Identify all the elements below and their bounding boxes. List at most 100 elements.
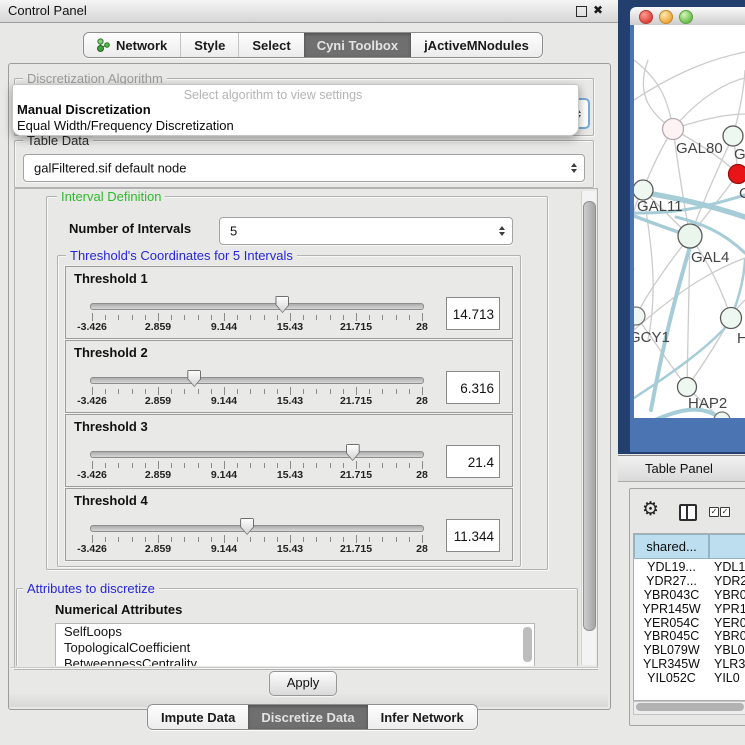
tab-network[interactable]: Network: [84, 33, 180, 57]
mac-close-button[interactable]: [639, 10, 653, 24]
gear-icon[interactable]: ⚙: [642, 498, 659, 520]
close-icon[interactable]: ✖: [593, 3, 603, 17]
slider-handle[interactable]: [240, 518, 254, 535]
slider-tick-label: 9.144: [199, 395, 249, 407]
table-cell-name[interactable]: YBL0: [709, 643, 745, 657]
table-row[interactable]: YPR145WYPR1: [634, 602, 745, 616]
table-row[interactable]: YBR045CYBR0: [634, 629, 745, 643]
apply-button[interactable]: Apply: [269, 671, 337, 696]
slider-tick-label: -3.426: [67, 321, 117, 333]
checkbox-icon[interactable]: ✓: [709, 507, 719, 517]
slider-tick: [105, 463, 106, 468]
tab-style[interactable]: Style: [180, 33, 238, 57]
table-cell-name[interactable]: YDR2: [709, 574, 745, 588]
table-cell-name[interactable]: YDL1: [709, 560, 745, 574]
table-cell-shared-name[interactable]: YLR345W: [634, 657, 709, 671]
bottom-tab-infer-network[interactable]: Infer Network: [368, 705, 477, 729]
table-cell-name[interactable]: YBR0: [709, 588, 745, 602]
network-window-titlebar[interactable]: [630, 7, 745, 26]
network-node-gal4[interactable]: [678, 224, 702, 248]
screen: Control Panel ✖ NetworkStyleSelectCyni T…: [0, 0, 745, 745]
network-node-ga[interactable]: [723, 126, 743, 146]
dropdown-option-equal-width-frequency-discretization[interactable]: Equal Width/Frequency Discretization: [17, 118, 234, 133]
table-cell-name[interactable]: YLR3: [709, 657, 745, 671]
table-cell-shared-name[interactable]: YIL052C: [634, 671, 709, 685]
attribute-list-item[interactable]: TopologicalCoefficient: [56, 640, 534, 656]
table-cell-name[interactable]: YER0: [709, 616, 745, 630]
tab-select[interactable]: Select: [238, 33, 303, 57]
mac-minimize-button[interactable]: [659, 10, 673, 24]
slider-track[interactable]: [90, 303, 424, 310]
tab-cyni-toolbox[interactable]: Cyni Toolbox: [304, 33, 411, 57]
threshold-value-field[interactable]: 6.316: [446, 371, 500, 404]
table-horizontal-scrollbar[interactable]: [633, 701, 745, 715]
table-row[interactable]: YBL079WYBL0: [634, 643, 745, 657]
table-cell-shared-name[interactable]: YBR045C: [634, 629, 709, 643]
attribute-list-item[interactable]: BetweennessCentrality: [56, 656, 534, 666]
network-node[interactable]: [714, 412, 730, 418]
column-header-shared-name[interactable]: shared...: [634, 534, 709, 559]
attribute-list-item[interactable]: SelfLoops: [56, 624, 534, 640]
float-window-icon[interactable]: [576, 6, 587, 17]
table-row[interactable]: YIL052CYIL0: [634, 671, 745, 685]
network-edge[interactable]: [673, 78, 745, 129]
number-of-intervals-combobox[interactable]: 5: [219, 217, 513, 245]
network-node-c[interactable]: [729, 165, 745, 184]
slider-tick: [132, 463, 133, 468]
slider-tick: [118, 463, 119, 468]
slider-tick: [250, 463, 251, 468]
table-row[interactable]: YBR043CYBR0: [634, 588, 745, 602]
slider-tick: [132, 537, 133, 542]
checkbox-icon[interactable]: ✓: [720, 507, 730, 517]
table-row[interactable]: YLR345WYLR3: [634, 657, 745, 671]
threshold-value-field[interactable]: 14.713: [446, 297, 500, 330]
slider-tick: [356, 535, 357, 543]
slider-tick-label: 21.715: [331, 543, 381, 555]
slider-handle[interactable]: [187, 370, 201, 387]
network-node-hap2[interactable]: [678, 378, 697, 397]
slider-handle[interactable]: [275, 296, 289, 313]
network-edge[interactable]: [643, 60, 673, 129]
table-row[interactable]: YDR27...YDR2: [634, 574, 745, 588]
split-columns-icon[interactable]: [679, 504, 697, 521]
table-cell-shared-name[interactable]: YDL19...: [634, 560, 709, 574]
mac-zoom-button[interactable]: [679, 10, 693, 24]
network-node-gal80[interactable]: [663, 119, 684, 140]
form-vertical-scrollbar[interactable]: [581, 191, 596, 665]
table-cell-shared-name[interactable]: YBL079W: [634, 643, 709, 657]
bottom-tab-impute-data[interactable]: Impute Data: [148, 705, 248, 729]
slider-tick: [264, 463, 265, 468]
threshold-value-field[interactable]: 21.4: [446, 445, 500, 478]
list-scrollbar-thumb[interactable]: [523, 627, 532, 662]
slider-tick: [264, 537, 265, 542]
network-canvas[interactable]: GAL80GACGAL11GAL4GCY1HHAP2: [634, 25, 745, 418]
table-hscrollbar-thumb[interactable]: [636, 703, 744, 711]
table-cell-shared-name[interactable]: YPR145W: [634, 602, 709, 616]
table-cell-shared-name[interactable]: YER054C: [634, 616, 709, 630]
slider-track[interactable]: [90, 451, 424, 458]
form-scrollbar-thumb[interactable]: [583, 201, 596, 631]
slider-handle[interactable]: [346, 444, 360, 461]
table-cell-name[interactable]: YIL0: [709, 671, 740, 685]
slider-track[interactable]: [90, 525, 424, 532]
slider-tick-label: 15.43: [265, 321, 315, 333]
table-cell-shared-name[interactable]: YDR27...: [634, 574, 709, 588]
table-data-combobox[interactable]: galFiltered.sif default node: [23, 154, 585, 182]
column-header-name[interactable]: na: [709, 534, 745, 559]
network-node-gal11[interactable]: [634, 180, 653, 200]
threshold-panel: Threshold 2-3.4262.8599.14415.4321.71528…: [65, 340, 513, 413]
numerical-attributes-list[interactable]: SelfLoopsTopologicalCoefficientBetweenne…: [55, 623, 535, 666]
table-cell-name[interactable]: YBR0: [709, 629, 745, 643]
table-cell-name[interactable]: YPR1: [709, 602, 745, 616]
bottom-tab-discretize-data[interactable]: Discretize Data: [248, 705, 367, 729]
network-node-h[interactable]: [721, 308, 742, 329]
dropdown-option-manual-discretization[interactable]: Manual Discretization: [17, 102, 151, 117]
network-edge[interactable]: [634, 60, 673, 129]
slider-tick: [198, 389, 199, 394]
table-cell-shared-name[interactable]: YBR043C: [634, 588, 709, 602]
tab-jactivemnodules[interactable]: jActiveMNodules: [411, 33, 542, 57]
table-row[interactable]: YER054CYER0: [634, 616, 745, 630]
table-row[interactable]: YDL19...YDL1: [634, 560, 745, 574]
slider-track[interactable]: [90, 377, 424, 384]
threshold-value-field[interactable]: 11.344: [446, 519, 500, 552]
